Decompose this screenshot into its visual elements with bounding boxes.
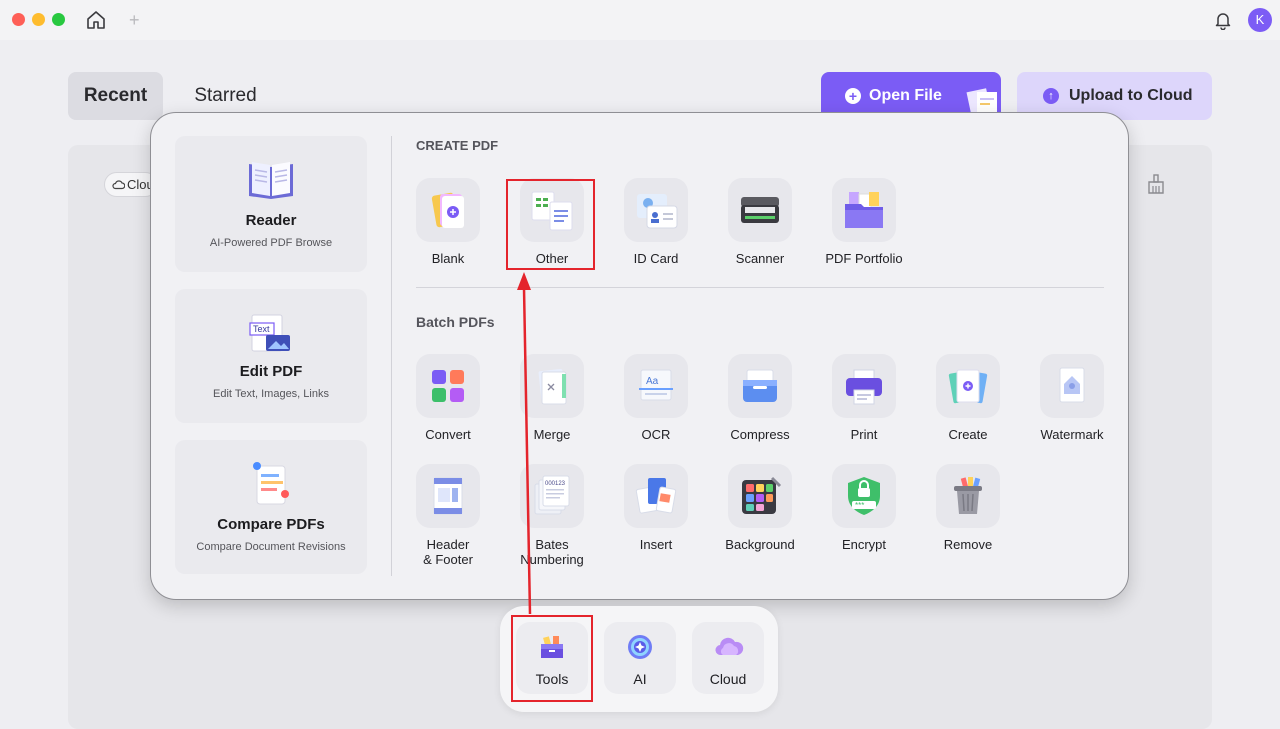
- annotation-arrow: [517, 272, 532, 615]
- arrow-head: [517, 272, 531, 290]
- arrow-shaft: [522, 287, 532, 615]
